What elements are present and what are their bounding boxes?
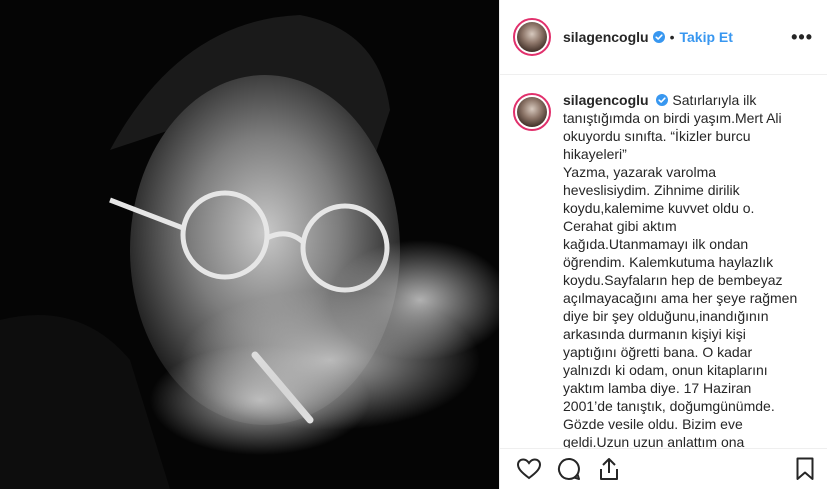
post-photo[interactable] xyxy=(0,0,499,489)
post-sidebar: silagencoglu • Takip Et ••• silagencoglu… xyxy=(499,0,827,489)
avatar-image xyxy=(517,97,547,127)
instagram-post-modal: silagencoglu • Takip Et ••• silagencoglu… xyxy=(0,0,827,489)
caption-avatar[interactable] xyxy=(513,93,551,131)
avatar-image xyxy=(517,22,547,52)
comment-icon[interactable] xyxy=(556,456,582,482)
caption-paragraph-2: Yazma, yazarak varolma heveslisiydim. Zi… xyxy=(563,164,798,448)
caption-text: silagencoglu Satırlarıyla ilk tanıştığım… xyxy=(563,91,801,448)
caption-paragraph-1: silagencoglu Satırlarıyla ilk tanıştığım… xyxy=(563,91,801,163)
verified-badge-icon xyxy=(652,31,665,43)
heart-icon[interactable] xyxy=(516,456,542,482)
portrait-illustration xyxy=(0,0,499,489)
follow-button[interactable]: Takip Et xyxy=(679,29,732,45)
verified-badge-icon xyxy=(656,94,669,106)
post-actions-bar xyxy=(500,448,827,489)
header-username[interactable]: silagencoglu xyxy=(563,29,649,45)
share-icon[interactable] xyxy=(596,456,622,482)
caption-username[interactable]: silagencoglu xyxy=(563,92,649,108)
caption-area: silagencoglu Satırlarıyla ilk tanıştığım… xyxy=(500,75,827,448)
avatar[interactable] xyxy=(513,18,551,56)
post-header: silagencoglu • Takip Et ••• xyxy=(500,0,827,75)
more-options-button[interactable]: ••• xyxy=(791,27,813,48)
bookmark-icon[interactable] xyxy=(792,456,818,482)
separator-dot: • xyxy=(669,29,675,45)
